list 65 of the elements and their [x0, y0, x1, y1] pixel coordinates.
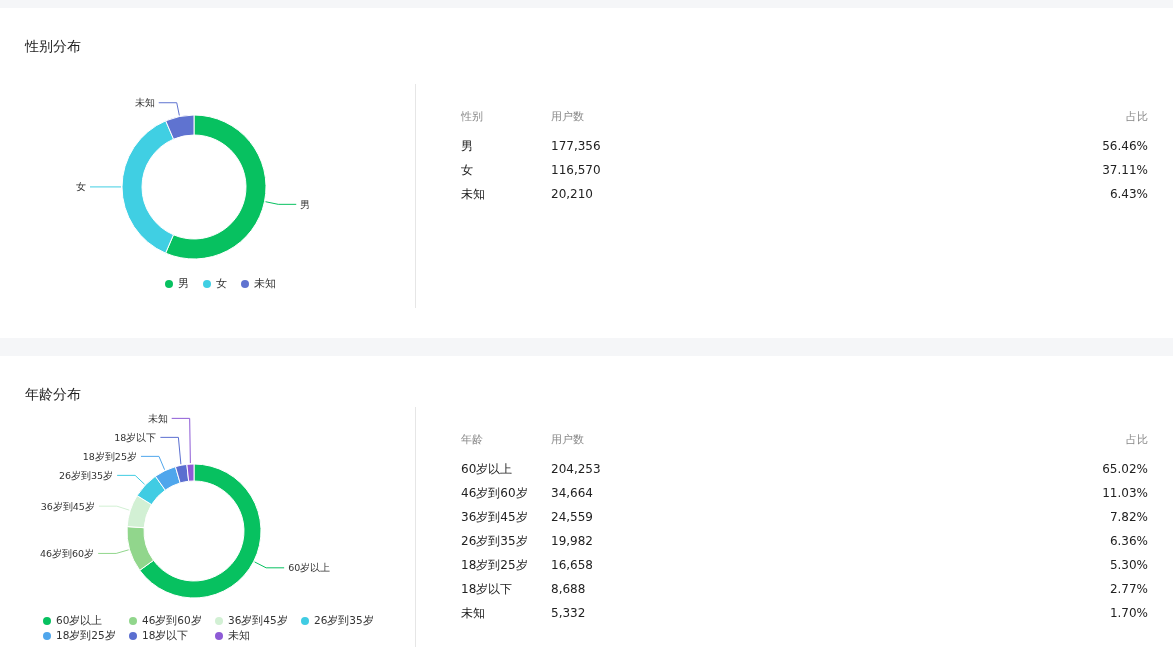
- table-cell-text: 11.03%: [1101, 486, 1148, 500]
- table-cell-text: 204,253: [551, 462, 602, 476]
- table-cell-text: 37.11%: [1101, 163, 1148, 177]
- column-header: 用户数: [551, 431, 585, 447]
- table-cell-text: 1.70%: [1108, 606, 1148, 620]
- table-cell-text: 女: [461, 161, 474, 179]
- column-header: 占比: [1125, 431, 1148, 447]
- column-header: 占比: [1125, 108, 1148, 124]
- table-cell-text: 8,688: [551, 582, 587, 596]
- table-cell-text: 16,658: [551, 558, 594, 572]
- slice-label: 46岁到60岁: [40, 547, 95, 559]
- column-header: 年龄: [461, 431, 484, 447]
- leader-line: [89, 186, 122, 188]
- legend-label: 18岁到25岁: [56, 629, 116, 643]
- table-cell-text: 5.30%: [1108, 558, 1148, 572]
- section-title: 性别分布: [25, 37, 82, 56]
- slice-label: 26岁到35岁: [58, 469, 114, 481]
- table-cell-text: 116,570: [551, 163, 602, 177]
- table-cell-text: 19,982: [551, 534, 594, 548]
- legend-label: 36岁到45岁: [228, 614, 288, 628]
- legend-label: 26岁到35岁: [314, 614, 374, 628]
- table-cell-text: 5,332: [551, 606, 587, 620]
- legend-label: 女: [215, 276, 227, 291]
- leader-line: [265, 201, 297, 205]
- legend-label: 18岁以下: [142, 629, 189, 643]
- table-cell-text: 6.36%: [1108, 534, 1148, 548]
- table-cell-text: 177,356: [551, 139, 602, 153]
- leader-line: [254, 561, 285, 569]
- slice-label: 女: [76, 181, 86, 193]
- column-header: 用户数: [551, 108, 585, 124]
- legend-label: 60岁以上: [56, 614, 103, 628]
- table-cell-text: 未知: [461, 604, 486, 622]
- table-cell-text: 18岁到25岁: [461, 556, 529, 574]
- table-cell-text: 20,210: [551, 187, 594, 201]
- table-cell-text: 56.46%: [1101, 139, 1148, 153]
- table-cell-text: 34,664: [551, 486, 594, 500]
- leader-line: [98, 505, 130, 511]
- slice-label: 男: [300, 198, 311, 210]
- table-cell-text: 60岁以上: [461, 460, 514, 478]
- slice-label: 未知: [147, 412, 168, 424]
- slice-label: 18岁到25岁: [82, 450, 137, 462]
- slice-label: 60岁以上: [288, 562, 331, 574]
- table-cell-text: 36岁到45岁: [461, 508, 529, 526]
- leader-line: [158, 102, 180, 116]
- table-cell-text: 24,559: [551, 510, 594, 524]
- slice-label: 36岁到45岁: [40, 500, 95, 512]
- leader-line: [116, 474, 146, 485]
- legend-label: 男: [177, 276, 189, 291]
- table-cell-text: 46岁到60岁: [461, 484, 529, 502]
- section-title: 年龄分布: [25, 385, 82, 404]
- table-cell-text: 未知: [461, 185, 486, 203]
- legend-label: 未知: [228, 629, 250, 643]
- slice-label: 18岁以下: [114, 431, 157, 443]
- column-header: 性别: [461, 108, 484, 124]
- table-cell-text: 26岁到35岁: [461, 532, 529, 550]
- leader-line: [97, 549, 130, 554]
- table-cell-text: 18岁以下: [461, 580, 514, 598]
- table-cell-text: 2.77%: [1108, 582, 1148, 596]
- table-cell-text: 7.82%: [1108, 510, 1148, 524]
- legend-label: 未知: [253, 276, 276, 291]
- table-cell-text: 男: [461, 137, 474, 155]
- slice-label: 未知: [134, 97, 155, 109]
- table-cell-text: 65.02%: [1101, 462, 1148, 476]
- legend-label: 46岁到60岁: [142, 614, 202, 628]
- table-cell-text: 6.43%: [1108, 187, 1148, 201]
